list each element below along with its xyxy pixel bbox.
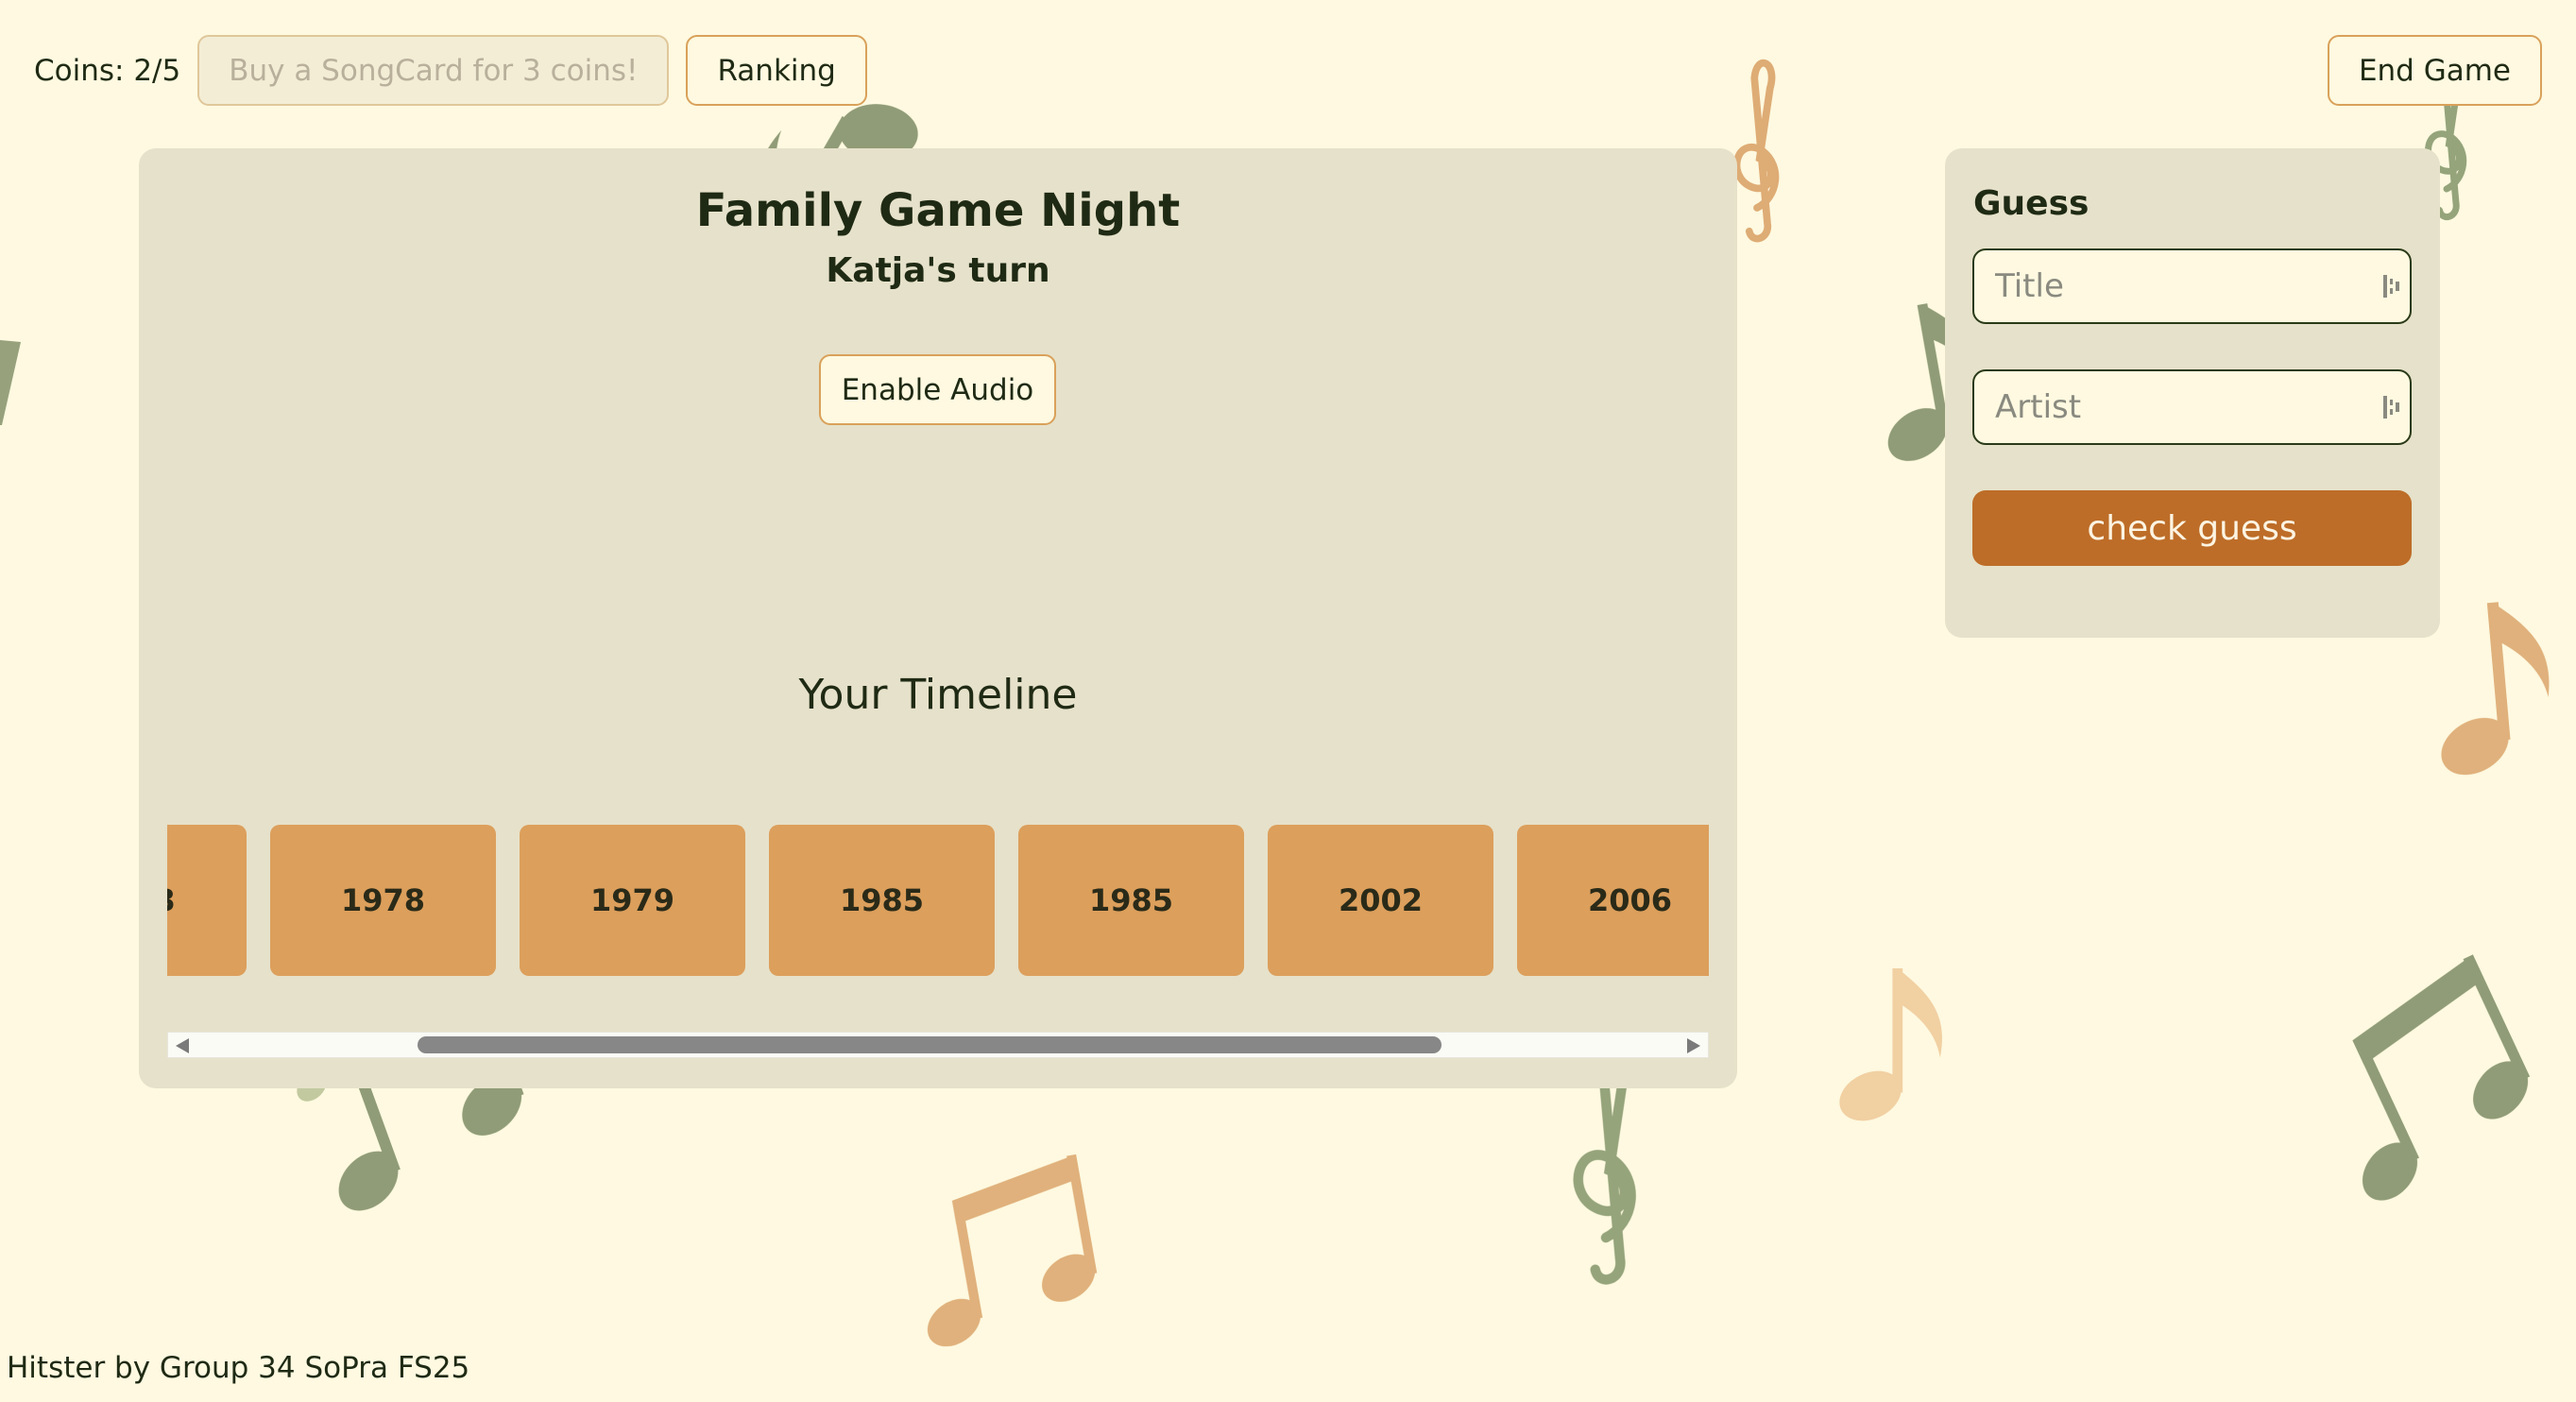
timeline-card-year: 1985 [839,882,925,918]
game-panel: Family Game Night Katja's turn Enable Au… [139,148,1737,1088]
timeline-card[interactable]: 1985 [769,825,995,976]
timeline-card-year: 1978 [340,882,426,918]
buy-songcard-button[interactable]: Buy a SongCard for 3 coins! [197,35,670,106]
top-bar: Coins: 2/5 Buy a SongCard for 3 coins! R… [34,35,867,106]
guess-panel: Guess check guess [1945,148,2440,638]
end-game-button[interactable]: End Game [2327,35,2542,106]
enable-audio-button[interactable]: Enable Audio [819,354,1056,425]
timeline-scrollbar[interactable] [167,1032,1709,1058]
timeline-card[interactable]: 1953 [167,825,247,976]
autofill-icon [2383,396,2399,419]
timeline-title: Your Timeline [798,671,1078,719]
timeline-card[interactable]: 2002 [1268,825,1493,976]
timeline-track: 1953 1978 1979 1985 1985 2002 2006 [167,825,1709,976]
timeline-card-year: 2002 [1338,882,1424,918]
scroll-right-arrow-icon[interactable] [1687,1038,1700,1053]
timeline-scroll-area[interactable]: 1953 1978 1979 1985 1985 2002 2006 [167,825,1709,1124]
ranking-button[interactable]: Ranking [686,35,867,106]
timeline-card-year: 1985 [1088,882,1174,918]
check-guess-button[interactable]: check guess [1972,490,2412,566]
timeline-card[interactable]: 1979 [520,825,745,976]
scrollbar-thumb[interactable] [418,1036,1442,1053]
autofill-icon [2383,275,2399,298]
timeline-card-year: 1953 [167,882,176,918]
timeline-card-year: 2006 [1587,882,1673,918]
timeline-card-year: 1979 [589,882,675,918]
guess-title: Guess [1973,184,2090,223]
footer-credit: Hitster by Group 34 SoPra FS25 [7,1351,470,1385]
timeline-card[interactable]: 1985 [1018,825,1244,976]
timeline-card[interactable]: 1978 [270,825,496,976]
title-input[interactable] [1972,248,2412,324]
timeline-card[interactable]: 2006 [1517,825,1709,976]
turn-indicator: Katja's turn [826,251,1050,290]
game-title: Family Game Night [695,184,1181,237]
artist-input[interactable] [1972,369,2412,445]
scroll-left-arrow-icon[interactable] [176,1038,189,1053]
coins-counter: Coins: 2/5 [34,53,181,88]
